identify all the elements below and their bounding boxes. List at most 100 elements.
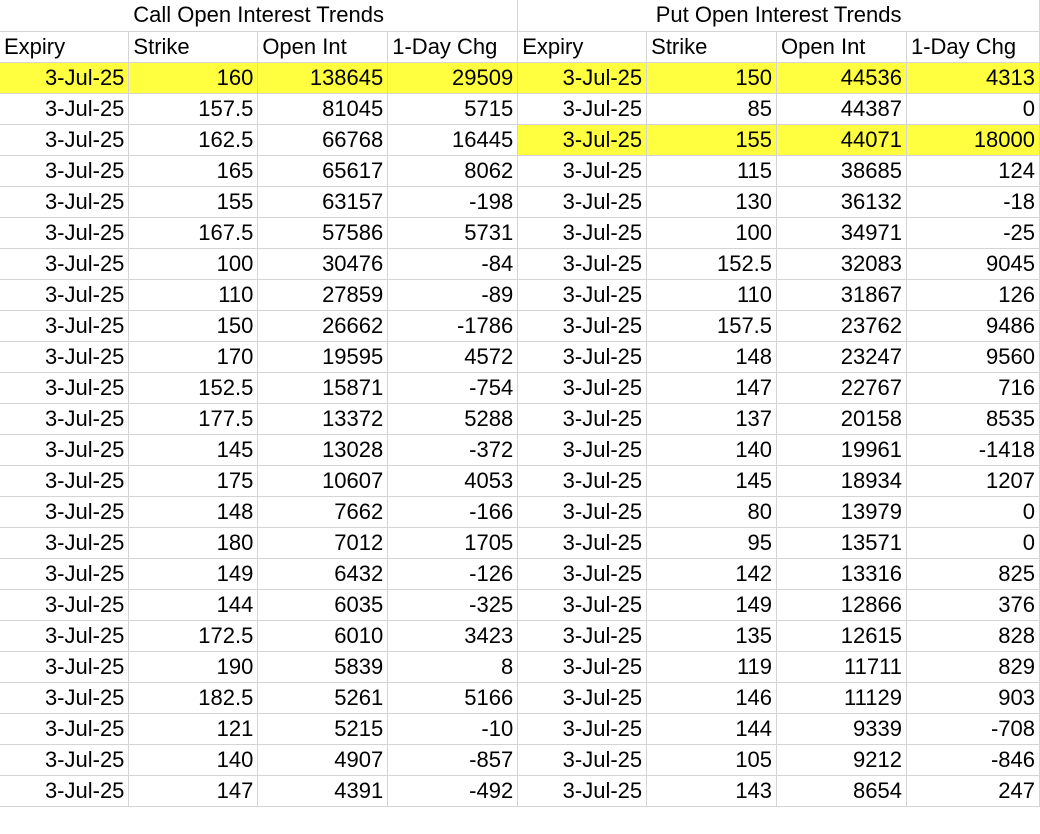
put-day-chg-cell[interactable]: -846 xyxy=(906,744,1040,776)
call-expiry-cell[interactable]: 3-Jul-25 xyxy=(0,713,130,745)
call-strike-cell[interactable]: 155 xyxy=(128,186,259,218)
put-day-chg-cell[interactable]: 376 xyxy=(906,589,1040,621)
put-day-chg-cell[interactable]: 9486 xyxy=(906,310,1040,342)
put-open-int-cell[interactable]: 12866 xyxy=(776,589,907,621)
call-expiry-cell[interactable]: 3-Jul-25 xyxy=(0,589,130,621)
put-open-int-cell[interactable]: 34971 xyxy=(776,217,907,249)
put-expiry-cell[interactable]: 3-Jul-25 xyxy=(517,558,648,590)
call-day-chg-cell[interactable]: 4053 xyxy=(387,465,519,497)
call-open-int-cell[interactable]: 6035 xyxy=(257,589,389,621)
put-open-int-cell[interactable]: 31867 xyxy=(776,279,907,311)
call-expiry-cell[interactable]: 3-Jul-25 xyxy=(0,558,130,590)
put-expiry-cell[interactable]: 3-Jul-25 xyxy=(517,465,648,497)
call-expiry-cell[interactable]: 3-Jul-25 xyxy=(0,62,130,94)
call-open-int-cell[interactable]: 57586 xyxy=(257,217,389,249)
call-open-int-cell[interactable]: 63157 xyxy=(257,186,389,218)
put-section-title[interactable]: Put Open Interest Trends xyxy=(517,0,1040,32)
put-strike-cell[interactable]: 135 xyxy=(646,620,778,652)
call-expiry-cell[interactable]: 3-Jul-25 xyxy=(0,155,130,187)
put-expiry-cell[interactable]: 3-Jul-25 xyxy=(517,589,648,621)
call-day-chg-cell[interactable]: 5166 xyxy=(387,682,519,714)
call-open-int-header[interactable]: Open Int xyxy=(257,31,389,63)
call-day-chg-cell[interactable]: -1786 xyxy=(387,310,519,342)
call-open-int-cell[interactable]: 15871 xyxy=(257,372,389,404)
call-expiry-cell[interactable]: 3-Jul-25 xyxy=(0,465,130,497)
put-open-int-header[interactable]: Open Int xyxy=(776,31,907,63)
call-day-chg-cell[interactable]: -492 xyxy=(387,775,519,807)
put-expiry-cell[interactable]: 3-Jul-25 xyxy=(517,93,648,125)
put-day-chg-cell[interactable]: 8535 xyxy=(906,403,1040,435)
put-day-chg-cell[interactable]: 0 xyxy=(906,527,1040,559)
put-expiry-cell[interactable]: 3-Jul-25 xyxy=(517,248,648,280)
put-open-int-cell[interactable]: 22767 xyxy=(776,372,907,404)
call-strike-cell[interactable]: 170 xyxy=(128,341,259,373)
call-day-chg-cell[interactable]: 8062 xyxy=(387,155,519,187)
put-open-int-cell[interactable]: 44387 xyxy=(776,93,907,125)
put-expiry-cell[interactable]: 3-Jul-25 xyxy=(517,217,648,249)
call-strike-cell[interactable]: 144 xyxy=(128,589,259,621)
call-strike-cell[interactable]: 149 xyxy=(128,558,259,590)
call-open-int-cell[interactable]: 5261 xyxy=(257,682,389,714)
call-day-chg-cell[interactable]: 29509 xyxy=(387,62,519,94)
call-strike-cell[interactable]: 145 xyxy=(128,434,259,466)
put-day-chg-cell[interactable]: 0 xyxy=(906,93,1040,125)
put-open-int-cell[interactable]: 23247 xyxy=(776,341,907,373)
call-expiry-cell[interactable]: 3-Jul-25 xyxy=(0,496,130,528)
put-day-chg-cell[interactable]: -18 xyxy=(906,186,1040,218)
put-open-int-cell[interactable]: 18934 xyxy=(776,465,907,497)
put-open-int-cell[interactable]: 12615 xyxy=(776,620,907,652)
call-open-int-cell[interactable]: 66768 xyxy=(257,124,389,156)
call-open-int-cell[interactable]: 5839 xyxy=(257,651,389,683)
put-open-int-cell[interactable]: 44071 xyxy=(776,124,907,156)
put-open-int-cell[interactable]: 9212 xyxy=(776,744,907,776)
put-day-chg-cell[interactable]: 9560 xyxy=(906,341,1040,373)
put-expiry-cell[interactable]: 3-Jul-25 xyxy=(517,434,648,466)
call-strike-cell[interactable]: 165 xyxy=(128,155,259,187)
call-open-int-cell[interactable]: 7662 xyxy=(257,496,389,528)
put-day-chg-cell[interactable]: 4313 xyxy=(906,62,1040,94)
call-day-chg-cell[interactable]: -126 xyxy=(387,558,519,590)
put-expiry-cell[interactable]: 3-Jul-25 xyxy=(517,310,648,342)
call-open-int-cell[interactable]: 4391 xyxy=(257,775,389,807)
call-strike-header[interactable]: Strike xyxy=(128,31,259,63)
call-expiry-cell[interactable]: 3-Jul-25 xyxy=(0,403,130,435)
call-day-chg-cell[interactable]: -10 xyxy=(387,713,519,745)
call-strike-cell[interactable]: 150 xyxy=(128,310,259,342)
call-day-chg-cell[interactable]: 5288 xyxy=(387,403,519,435)
put-day-chg-cell[interactable]: 126 xyxy=(906,279,1040,311)
call-strike-cell[interactable]: 180 xyxy=(128,527,259,559)
put-strike-cell[interactable]: 145 xyxy=(646,465,778,497)
call-day-chg-cell[interactable]: -857 xyxy=(387,744,519,776)
call-strike-cell[interactable]: 100 xyxy=(128,248,259,280)
call-strike-cell[interactable]: 152.5 xyxy=(128,372,259,404)
call-open-int-cell[interactable]: 138645 xyxy=(257,62,389,94)
put-expiry-cell[interactable]: 3-Jul-25 xyxy=(517,651,648,683)
put-strike-cell[interactable]: 85 xyxy=(646,93,778,125)
put-open-int-cell[interactable]: 19961 xyxy=(776,434,907,466)
call-open-int-cell[interactable]: 13028 xyxy=(257,434,389,466)
call-expiry-cell[interactable]: 3-Jul-25 xyxy=(0,217,130,249)
call-open-int-cell[interactable]: 5215 xyxy=(257,713,389,745)
put-strike-cell[interactable]: 147 xyxy=(646,372,778,404)
put-open-int-cell[interactable]: 11129 xyxy=(776,682,907,714)
put-expiry-cell[interactable]: 3-Jul-25 xyxy=(517,682,648,714)
put-strike-cell[interactable]: 115 xyxy=(646,155,778,187)
put-strike-header[interactable]: Strike xyxy=(646,31,778,63)
call-open-int-cell[interactable]: 6432 xyxy=(257,558,389,590)
call-open-int-cell[interactable]: 81045 xyxy=(257,93,389,125)
put-strike-cell[interactable]: 100 xyxy=(646,217,778,249)
call-open-int-cell[interactable]: 6010 xyxy=(257,620,389,652)
put-expiry-cell[interactable]: 3-Jul-25 xyxy=(517,744,648,776)
put-expiry-cell[interactable]: 3-Jul-25 xyxy=(517,186,648,218)
put-expiry-cell[interactable]: 3-Jul-25 xyxy=(517,713,648,745)
call-day-chg-cell[interactable]: 4572 xyxy=(387,341,519,373)
put-strike-cell[interactable]: 140 xyxy=(646,434,778,466)
put-strike-cell[interactable]: 110 xyxy=(646,279,778,311)
put-strike-cell[interactable]: 137 xyxy=(646,403,778,435)
put-strike-cell[interactable]: 80 xyxy=(646,496,778,528)
call-strike-cell[interactable]: 121 xyxy=(128,713,259,745)
call-expiry-cell[interactable]: 3-Jul-25 xyxy=(0,527,130,559)
call-day-chg-cell[interactable]: -166 xyxy=(387,496,519,528)
call-strike-cell[interactable]: 157.5 xyxy=(128,93,259,125)
put-expiry-cell[interactable]: 3-Jul-25 xyxy=(517,62,648,94)
